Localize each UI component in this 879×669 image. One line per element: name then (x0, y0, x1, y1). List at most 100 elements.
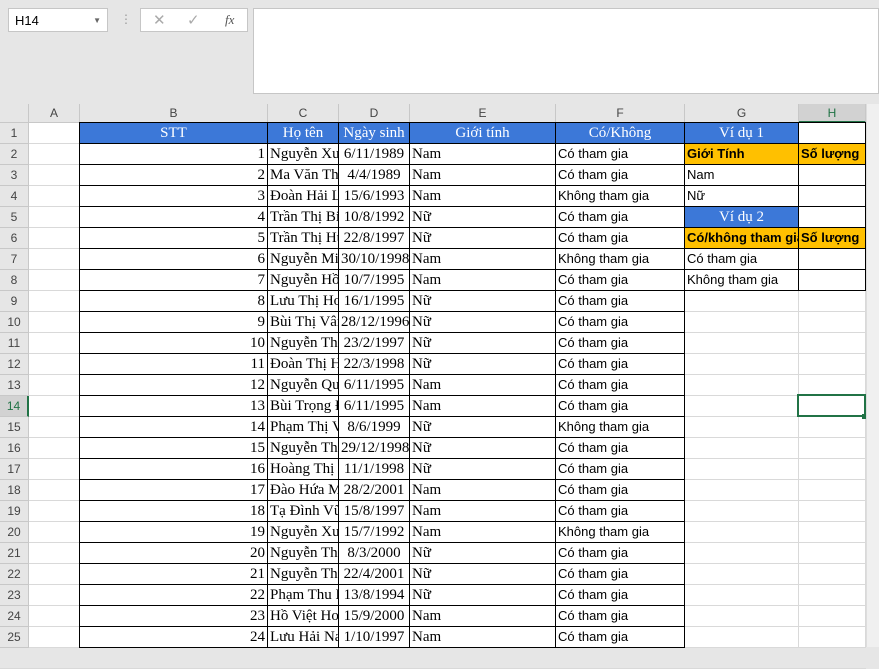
row-header-3[interactable]: 3 (0, 165, 29, 186)
cell-participation[interactable]: Có tham gia (555, 374, 685, 396)
row-header-4[interactable]: 4 (0, 186, 29, 207)
column-header-H[interactable]: H (799, 104, 866, 123)
example1-col1[interactable]: Giới Tính (684, 143, 799, 165)
cell-name[interactable]: Nguyễn Xuân Ca (267, 521, 339, 543)
cell-stt[interactable]: 6 (79, 248, 268, 270)
cell-name[interactable]: Lưu Thị Hoàng Ngân (267, 290, 339, 312)
row-header-23[interactable]: 23 (0, 585, 29, 606)
example2-empty[interactable] (798, 206, 866, 228)
example1-count[interactable] (798, 164, 866, 186)
cell-stt[interactable]: 5 (79, 227, 268, 249)
cell-dob[interactable]: 15/6/1993 (338, 185, 410, 207)
cell-gender[interactable]: Nam (409, 395, 556, 417)
cell-name[interactable]: Nguyễn Thị Xuân (267, 542, 339, 564)
cell-participation[interactable]: Có tham gia (555, 332, 685, 354)
cell-stt[interactable]: 21 (79, 563, 268, 585)
example1-empty[interactable] (798, 122, 866, 144)
cell-participation[interactable]: Có tham gia (555, 353, 685, 375)
cell-gender[interactable]: Nam (409, 164, 556, 186)
row-header-11[interactable]: 11 (0, 333, 29, 354)
cell-name[interactable]: Hồ Việt Hoàng (267, 605, 339, 627)
row-header-14[interactable]: 14 (0, 396, 29, 417)
cell-dob[interactable]: 22/3/1998 (338, 353, 410, 375)
cell-dob[interactable]: 8/3/2000 (338, 542, 410, 564)
row-header-18[interactable]: 18 (0, 480, 29, 501)
cell-dob[interactable]: 11/1/1998 (338, 458, 410, 480)
cell-dob[interactable]: 13/8/1994 (338, 584, 410, 606)
spreadsheet-grid[interactable]: A B C D E F G H 1 2 3 4 5 6 7 8 9 10 11 12 13 14 15 16 17 18 19 20 2… (0, 104, 867, 669)
row-header-19[interactable]: 19 (0, 501, 29, 522)
cell-stt[interactable]: 12 (79, 374, 268, 396)
cell-participation[interactable]: Không tham gia (555, 248, 685, 270)
fx-icon[interactable]: fx (225, 12, 234, 28)
cell-participation[interactable]: Có tham gia (555, 311, 685, 333)
row-header-10[interactable]: 10 (0, 312, 29, 333)
cell-dob[interactable]: 15/7/1992 (338, 521, 410, 543)
row-header-21[interactable]: 21 (0, 543, 29, 564)
cell-participation[interactable]: Có tham gia (555, 269, 685, 291)
cell-gender[interactable]: Nữ (409, 458, 556, 480)
cell-participation[interactable]: Không tham gia (555, 185, 685, 207)
cell-dob[interactable]: 30/10/1998 (338, 248, 410, 270)
row-header-16[interactable]: 16 (0, 438, 29, 459)
example2-col2[interactable]: Số lượng (798, 227, 866, 249)
select-all-corner[interactable] (0, 104, 29, 123)
example2-item[interactable]: Không tham gia (684, 269, 799, 291)
cell-participation[interactable]: Có tham gia (555, 479, 685, 501)
cell-participation[interactable]: Có tham gia (555, 626, 685, 648)
cell-dob[interactable]: 6/11/1995 (338, 374, 410, 396)
cell-stt[interactable]: 24 (79, 626, 268, 648)
cell-name[interactable]: Trần Thị Bích Chi (267, 206, 339, 228)
cell-participation[interactable]: Có tham gia (555, 563, 685, 585)
cell-name[interactable]: Nguyễn Hồng Quân (267, 269, 339, 291)
header-participation[interactable]: Có/Không (555, 122, 685, 144)
example2-count[interactable] (798, 269, 866, 291)
cell-participation[interactable]: Có tham gia (555, 605, 685, 627)
header-gender[interactable]: Giới tính (409, 122, 556, 144)
cell-gender[interactable]: Nam (409, 374, 556, 396)
cell-participation[interactable]: Có tham gia (555, 542, 685, 564)
cell-stt[interactable]: 18 (79, 500, 268, 522)
cell-participation[interactable]: Có tham gia (555, 437, 685, 459)
cell-dob[interactable]: 6/11/1995 (338, 395, 410, 417)
example2-item[interactable]: Có tham gia (684, 248, 799, 270)
example1-count[interactable] (798, 185, 866, 207)
row-header-13[interactable]: 13 (0, 375, 29, 396)
cell-gender[interactable]: Nam (409, 248, 556, 270)
cell-name[interactable]: Tạ Đình Vũ (267, 500, 339, 522)
cell-stt[interactable]: 8 (79, 290, 268, 312)
row-header-6[interactable]: 6 (0, 228, 29, 249)
cell-participation[interactable]: Có tham gia (555, 206, 685, 228)
cell-stt[interactable]: 15 (79, 437, 268, 459)
cell-gender[interactable]: Nam (409, 269, 556, 291)
cell-gender[interactable]: Nữ (409, 311, 556, 333)
cell-name[interactable]: Đào Hứa Minh Dương (267, 479, 339, 501)
row-header-22[interactable]: 22 (0, 564, 29, 585)
formula-input[interactable] (253, 8, 879, 94)
cell-name[interactable]: Nguyễn Thị Huyền Nhi (267, 563, 339, 585)
cell-participation[interactable]: Có tham gia (555, 164, 685, 186)
cell-name[interactable]: Nguyễn Xuân Bách (267, 143, 339, 165)
example1-item[interactable]: Nam (684, 164, 799, 186)
cell-dob[interactable]: 6/11/1989 (338, 143, 410, 165)
cell-dob[interactable]: 23/2/1997 (338, 332, 410, 354)
cell-dob[interactable]: 4/4/1989 (338, 164, 410, 186)
row-header-2[interactable]: 2 (0, 144, 29, 165)
cell-participation[interactable]: Có tham gia (555, 458, 685, 480)
cell-dob[interactable]: 29/12/1998 (338, 437, 410, 459)
cell-gender[interactable]: Nam (409, 500, 556, 522)
cell-name[interactable]: Bùi Thị Vân Anh (267, 311, 339, 333)
cell-participation[interactable]: Không tham gia (555, 416, 685, 438)
cell-dob[interactable]: 1/10/1997 (338, 626, 410, 648)
row-header-25[interactable]: 25 (0, 627, 29, 648)
example1-title[interactable]: Ví dụ 1 (684, 122, 799, 144)
header-stt[interactable]: STT (79, 122, 268, 144)
cell-stt[interactable]: 20 (79, 542, 268, 564)
cell-name[interactable]: Phạm Thu Hà (267, 584, 339, 606)
cell-stt[interactable]: 23 (79, 605, 268, 627)
cell-gender[interactable]: Nam (409, 143, 556, 165)
cell-dob[interactable]: 22/8/1997 (338, 227, 410, 249)
selected-cell-H14[interactable] (797, 394, 866, 417)
cell-gender[interactable]: Nam (409, 185, 556, 207)
cell-stt[interactable]: 2 (79, 164, 268, 186)
